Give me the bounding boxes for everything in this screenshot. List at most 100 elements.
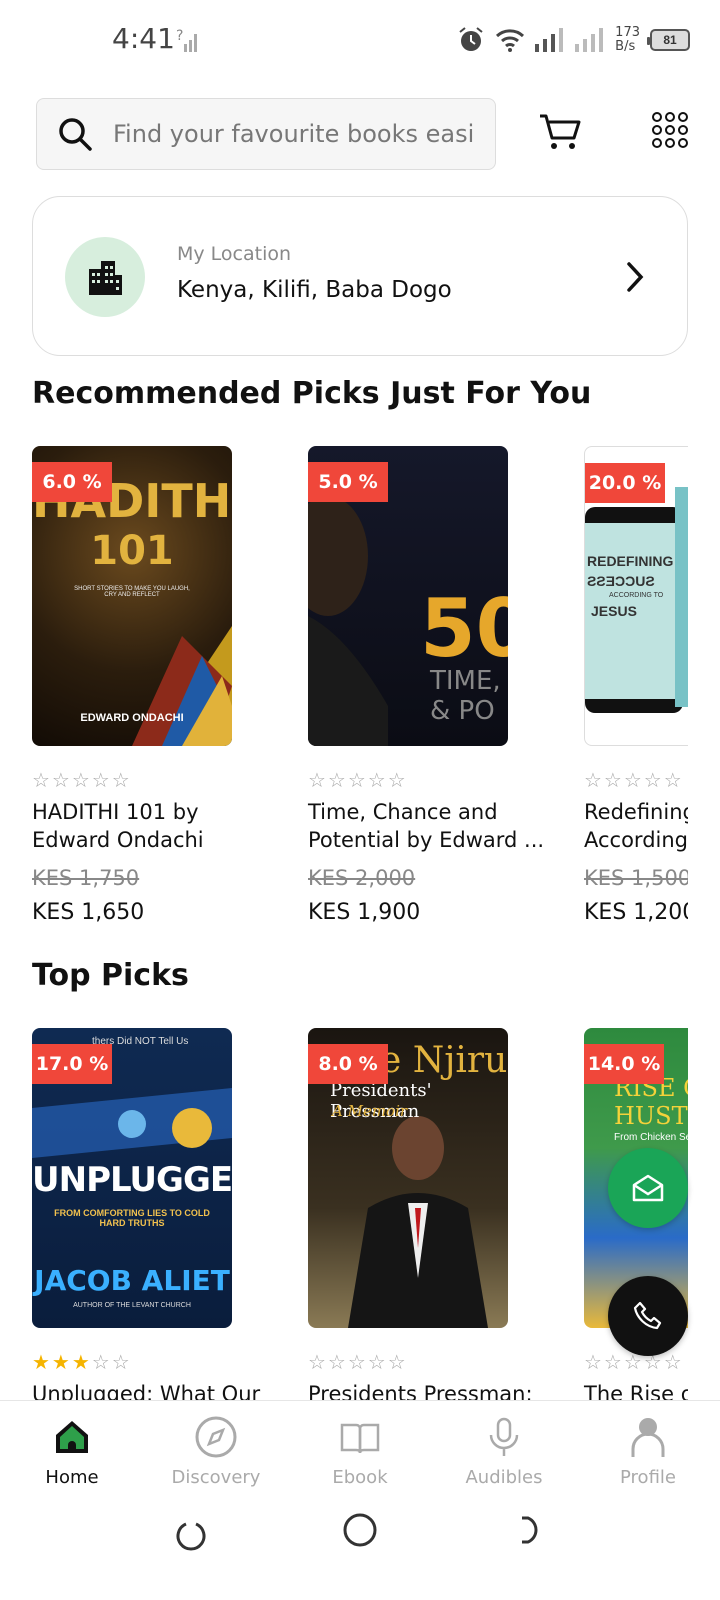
recommended-title: Recommended Picks Just For You [32,376,592,411]
book-title[interactable]: Presidents Pressman: A Memoir [308,1380,548,1400]
nav-ebook[interactable]: Ebook [288,1401,432,1510]
book-cover[interactable]: HADITHI 101 SHORT STORIES TO MAKE YOU LA… [32,446,232,746]
top-picks-carousel[interactable]: thers Did NOT Tell Us UNPLUGGED FROM COM… [0,1028,688,1400]
nav-home-label: Home [45,1467,99,1488]
book-cover[interactable]: e Njiru Presidents' Pressman A Memoir 8.… [308,1028,508,1328]
nav-discovery[interactable]: Discovery [144,1401,288,1510]
book-cover[interactable]: thers Did NOT Tell Us UNPLUGGED FROM COM… [32,1028,232,1328]
search-icon [59,118,92,151]
star-rating: ★★★☆☆ [32,1350,132,1374]
network-speed: 173 B/s [615,26,640,54]
star-rating: ☆☆☆☆☆ [32,768,132,792]
cover-author: JACOB ALIET [34,1264,230,1297]
book-icon [340,1423,380,1454]
book-card[interactable]: 50 TIME, & PO 5.0 % ☆☆☆☆☆ Time, Chance a… [308,446,548,926]
cover-line3: From Chicken Sel [614,1132,688,1143]
signal-icon-2 [575,28,604,52]
old-price: KES 1,500 [584,866,688,890]
cover-subtitle: FROM COMFORTING LIES TO COLD HARD TRUTHS [54,1208,210,1228]
search-input[interactable] [113,120,473,148]
status-bar: 4:41 ? 173 B/s 81 [0,0,720,80]
alarm-icon [459,27,483,51]
nav-home[interactable]: Home [0,1401,144,1510]
discount-badge: 8.0 % [308,1044,388,1084]
nav-ebook-label: Ebook [332,1467,388,1488]
discount-badge: 17.0 % [32,1044,112,1084]
top-picks-title: Top Picks [32,958,189,993]
book-cover[interactable]: REDEFINING SUCCESS ACCORDING TO JESUS 20… [584,446,688,746]
apps-menu-icon[interactable] [652,112,688,150]
star-rating: ☆☆☆☆☆ [308,1350,408,1374]
price: KES 1,200 [584,900,688,925]
cover-tagline: SHORT STORIES TO MAKE YOU LAUGH, CRY AND… [74,586,190,598]
home-icon [56,1421,88,1453]
location-card[interactable]: My Location Kenya, Kilifi, Baba Dogo [32,196,688,356]
message-button[interactable] [608,1148,688,1228]
star-rating: ☆☆☆☆☆ [308,768,408,792]
back-icon [522,1516,538,1544]
book-title[interactable]: Unplugged: What Our Fathers Did Not Tell… [32,1380,272,1400]
cover-title: UNPLUGGED [32,1160,232,1200]
cover-memoir: A Memoir [332,1102,408,1120]
cover-number: 50 [420,582,508,675]
recommended-carousel[interactable]: HADITHI 101 SHORT STORIES TO MAKE YOU LA… [0,446,688,926]
network-speed-unit: B/s [615,39,636,54]
search-bar[interactable] [36,98,496,170]
call-button[interactable] [608,1276,688,1356]
battery-level: 81 [663,33,677,47]
discount-badge: 14.0 % [584,1044,664,1084]
cover-author: EDWARD ONDACHI [80,712,184,724]
mobile-data-icon: ? [176,28,197,52]
home-system-icon [343,1513,377,1547]
signal-icon [535,28,564,52]
old-price: KES 1,750 [32,866,140,890]
nav-profile-label: Profile [620,1467,676,1488]
discount-badge: 20.0 % [585,463,665,503]
discount-badge: 6.0 % [32,462,112,502]
cover-line2: HUSTL [614,1102,688,1130]
phone-icon [633,1301,662,1330]
book-title[interactable]: Redefining Success According to Jesus [584,798,688,854]
cover-foot: AUTHOR OF THE LEVANT CHURCH [73,1302,191,1309]
cover-name: e Njiru [380,1040,508,1081]
building-icon-wrap [65,237,145,317]
wifi-icon [496,29,525,52]
cover-line2: & PO [430,696,495,726]
star-rating: ☆☆☆☆☆ [584,768,684,792]
nav-audibles-label: Audibles [465,1467,543,1488]
book-card[interactable]: e Njiru Presidents' Pressman A Memoir 8.… [308,1028,548,1400]
status-icons: 173 B/s 81 [457,20,690,60]
book-cover[interactable]: 50 TIME, & PO 5.0 % [308,446,508,746]
battery-icon: 81 [647,29,690,51]
nav-profile[interactable]: Profile [576,1401,720,1510]
book-title[interactable]: Time, Chance and Potential by Edward ... [308,798,548,854]
cover-line1: TIME, [430,666,501,696]
building-icon [89,261,122,295]
cart-icon[interactable] [538,112,582,152]
svg-text:?: ? [176,28,183,44]
status-time: 4:41 [112,22,175,55]
recents-icon [176,1522,206,1551]
location-value: Kenya, Kilifi, Baba Dogo [177,277,452,303]
cover-line3: ACCORDING TO [609,592,664,599]
book-card[interactable]: HADITHI 101 SHORT STORIES TO MAKE YOU LA… [32,446,272,926]
price: KES 1,650 [32,900,145,925]
mail-icon [632,1174,664,1202]
price: KES 1,900 [308,900,421,925]
nav-discovery-label: Discovery [171,1467,261,1488]
book-title[interactable]: The Rise of Hustle [584,1380,688,1400]
microphone-icon [489,1417,519,1456]
cover-line2: SUCCESS [587,573,655,589]
cover-line4: JESUS [591,603,637,619]
nav-audibles[interactable]: Audibles [432,1401,576,1510]
system-navigation [176,1513,538,1551]
user-icon [631,1418,665,1457]
discount-badge: 5.0 % [308,462,388,502]
chevron-right-icon [627,262,644,292]
location-label: My Location [177,243,292,265]
book-card[interactable]: thers Did NOT Tell Us UNPLUGGED FROM COM… [32,1028,272,1400]
book-title[interactable]: HADITHI 101 by Edward Ondachi [32,798,272,854]
book-card[interactable]: REDEFINING SUCCESS ACCORDING TO JESUS 20… [584,446,688,926]
compass-icon [195,1416,237,1458]
old-price: KES 2,000 [308,866,416,890]
